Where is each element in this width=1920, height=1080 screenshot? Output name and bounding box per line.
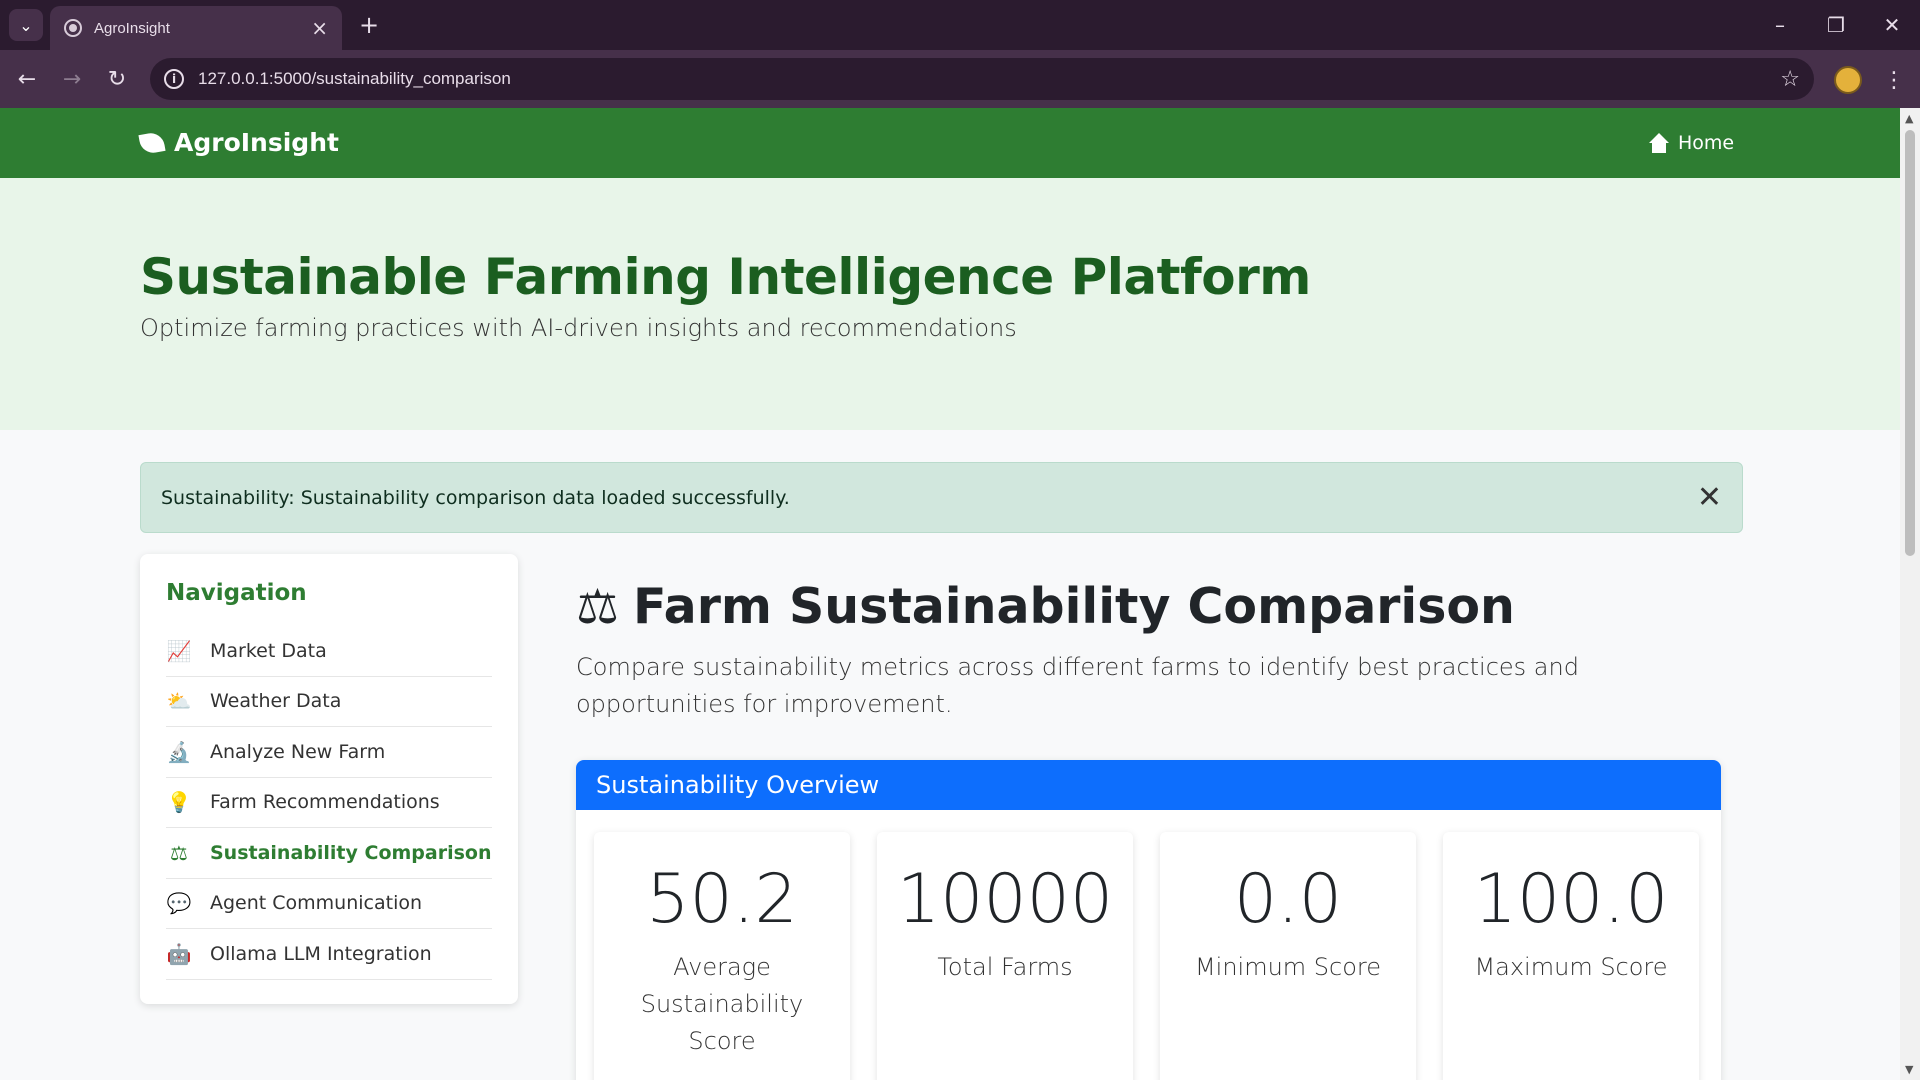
sidebar-item-label: Ollama LLM Integration [210,942,432,965]
stat-value: 10000 [896,860,1114,939]
stat-minimum-score: 0.0 Minimum Score [1160,832,1416,1080]
scrollbar-thumb[interactable] [1905,130,1915,556]
brand-link[interactable]: AgroInsight [138,128,339,157]
tab-title: AgroInsight [94,19,170,37]
sidebar-item-analyze-new-farm[interactable]: 🔬 Analyze New Farm [166,727,492,778]
browser-toolbar: ← → ↻ i 127.0.0.1:5000/sustainability_co… [0,50,1920,108]
hero-title: Sustainable Farming Intelligence Platfor… [140,248,1311,306]
stat-value: 50.2 [646,860,798,939]
sidebar-navigation: Navigation 📈 Market Data ⛅ Weather Data … [140,554,518,1004]
stat-value: 0.0 [1233,860,1343,939]
sidebar-item-market-data[interactable]: 📈 Market Data [166,626,492,677]
page-description: Compare sustainability metrics across di… [576,653,1579,718]
top-navbar: AgroInsight Home [0,108,1900,178]
globe-icon [64,19,82,37]
stat-average-score: 50.2 Average Sustainability Score [594,832,850,1080]
stat-label: Total Farms [937,953,1073,981]
balance-scale-icon: ⚖ [170,840,188,865]
stat-total-farms: 10000 Total Farms [877,832,1133,1080]
stats-row: 50.2 Average Sustainability Score 10000 … [594,832,1699,1080]
hero-banner: Sustainable Farming Intelligence Platfor… [0,178,1900,430]
chart-line-icon: 📈 [166,638,192,663]
page-scrollbar[interactable]: ▲ ▼ [1900,108,1920,1080]
stat-label: Minimum Score [1194,953,1382,981]
address-bar[interactable]: i 127.0.0.1:5000/sustainability_comparis… [150,58,1814,100]
chevron-down-icon: ⌄ [19,15,33,35]
restore-button[interactable]: ❐ [1808,0,1864,50]
sidebar-item-weather-data[interactable]: ⛅ Weather Data [166,677,492,727]
page-title: ⚖ Farm Sustainability Comparison [576,578,1726,635]
sidebar-item-agent-communication[interactable]: 💬 Agent Communication [166,879,492,929]
reload-button[interactable]: ↻ [100,62,134,96]
lightbulb-icon: 💡 [166,790,192,815]
bookmark-star-icon[interactable]: ☆ [1780,67,1800,92]
browser-tab[interactable]: AgroInsight × [50,6,342,50]
comment-dots-icon: 💬 [166,891,192,916]
stat-label: Maximum Score [1474,953,1668,981]
scroll-down-icon[interactable]: ▼ [1905,1063,1913,1076]
hero-subtitle: Optimize farming practices with AI-drive… [140,314,1017,342]
success-alert: Sustainability: Sustainability compariso… [140,462,1743,533]
window-close-button[interactable]: ✕ [1864,0,1920,50]
brand-name: AgroInsight [174,128,339,157]
sidebar-item-ollama-llm-integration[interactable]: 🤖 Ollama LLM Integration [166,929,492,980]
sidebar-item-label: Sustainability Comparison [210,841,492,864]
cloud-sun-icon: ⛅ [166,689,192,714]
leaf-icon [138,130,166,155]
robot-icon: 🤖 [166,941,192,966]
home-label: Home [1678,132,1735,154]
close-icon[interactable]: ✕ [1697,480,1722,515]
main-content: ⚖ Farm Sustainability Comparison Compare… [576,578,1726,723]
alert-message: Sustainability: Sustainability compariso… [161,486,790,509]
page-title-text: Farm Sustainability Comparison [633,578,1515,635]
browser-menu-icon[interactable]: ⋮ [1882,64,1906,96]
microscope-icon: 🔬 [166,739,192,764]
sidebar-item-label: Weather Data [210,690,342,713]
stat-label: Average Sustainability Score [640,953,804,1055]
stat-value: 100.0 [1473,860,1669,939]
scroll-up-icon[interactable]: ▲ [1905,112,1913,125]
new-tab-button[interactable]: + [354,10,384,40]
site-info-icon[interactable]: i [164,69,184,89]
card-header: Sustainability Overview [576,760,1721,810]
home-icon [1648,133,1670,153]
tab-search-button[interactable]: ⌄ [9,9,43,41]
sidebar-item-label: Farm Recommendations [210,791,440,814]
sustainability-overview-card: Sustainability Overview 50.2 Average Sus… [576,760,1721,1080]
minimize-button[interactable]: – [1752,0,1808,50]
page-viewport: AgroInsight Home Sustainable Farming Int… [0,108,1900,1080]
stat-maximum-score: 100.0 Maximum Score [1443,832,1699,1080]
sidebar-heading: Navigation [166,580,307,606]
sidebar-item-label: Agent Communication [210,892,423,915]
browser-tab-bar: ⌄ AgroInsight × + – ❐ ✕ [0,0,1920,50]
forward-button[interactable]: → [55,62,89,96]
url-text: 127.0.0.1:5000/sustainability_comparison [198,69,511,88]
sidebar-item-sustainability-comparison[interactable]: ⚖ Sustainability Comparison [166,828,492,879]
sidebar-item-label: Analyze New Farm [210,740,386,763]
close-tab-icon[interactable]: × [311,16,328,40]
profile-avatar[interactable] [1834,66,1862,94]
balance-scale-icon: ⚖ [576,578,620,635]
back-button[interactable]: ← [10,62,44,96]
home-link[interactable]: Home [1648,132,1734,154]
sidebar-item-farm-recommendations[interactable]: 💡 Farm Recommendations [166,778,492,828]
sidebar-item-label: Market Data [210,639,327,662]
